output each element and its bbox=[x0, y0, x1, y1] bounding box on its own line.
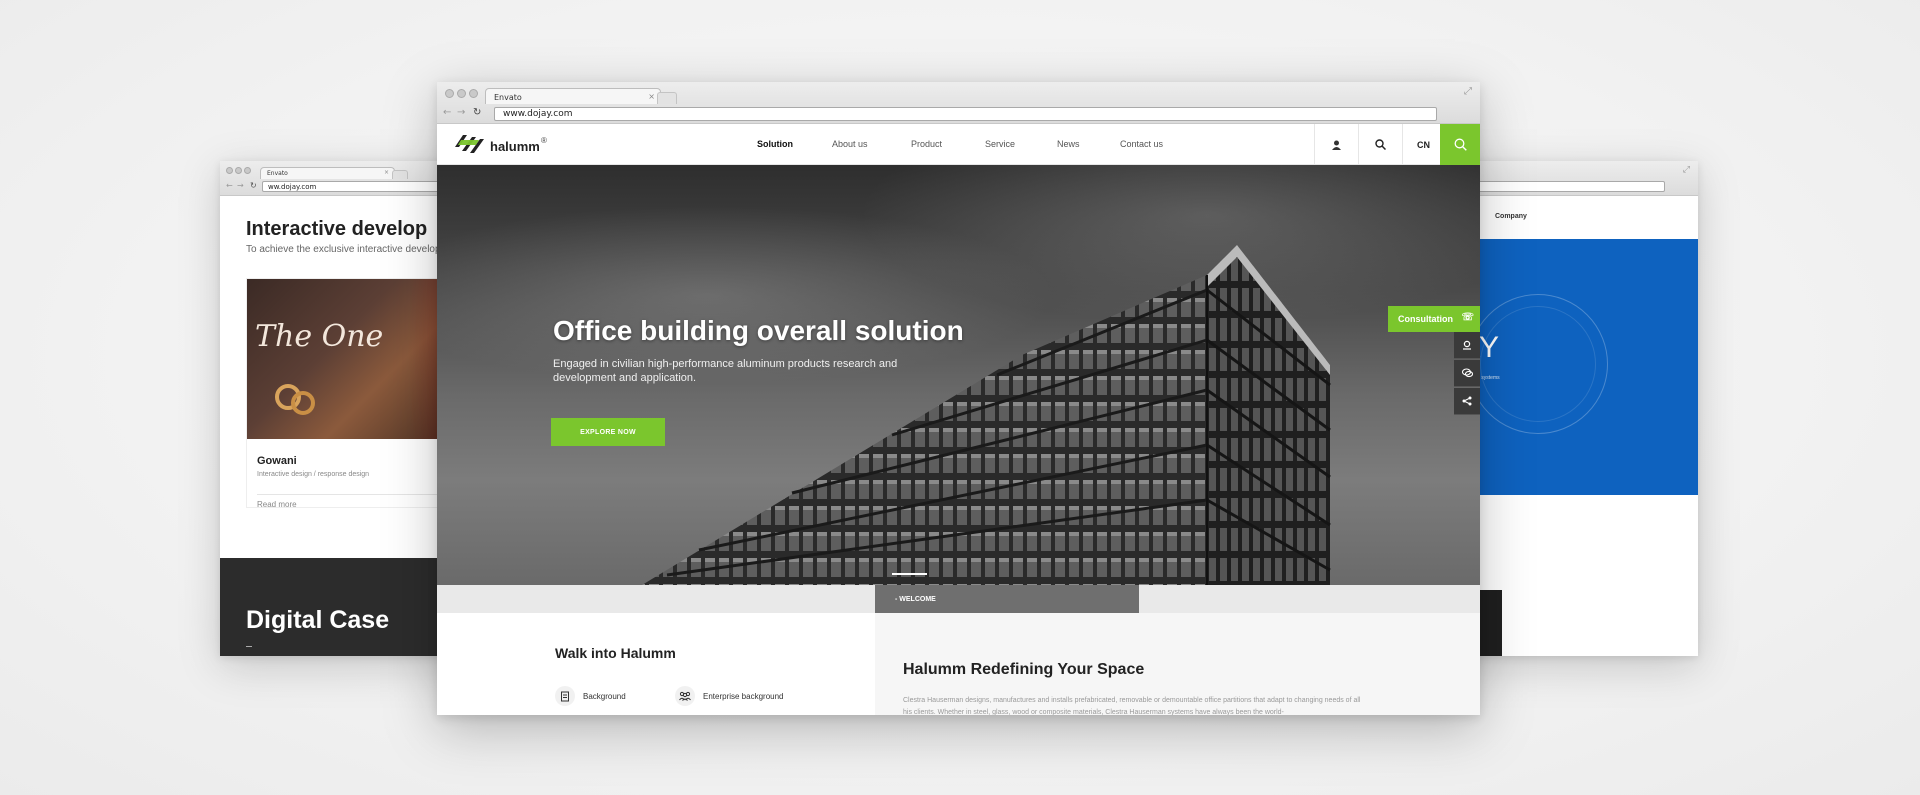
registered-mark: ® bbox=[541, 136, 547, 145]
green-search-button[interactable] bbox=[1440, 124, 1480, 165]
hero-title: Office building overall solution bbox=[553, 315, 964, 346]
walk-into-section: Walk into Halumm Background Enterprise b… bbox=[437, 613, 875, 715]
close-tab-icon[interactable]: × bbox=[648, 92, 655, 101]
back-icon[interactable]: ← bbox=[226, 181, 233, 190]
case-image-text: The One bbox=[255, 319, 384, 354]
welcome-tab[interactable]: - WELCOME bbox=[875, 585, 1139, 613]
user-button[interactable] bbox=[1314, 124, 1358, 165]
group-icon bbox=[675, 686, 695, 706]
redefining-section: Halumm Redefining Your Space Clestra Hau… bbox=[875, 613, 1480, 715]
chat-float-button[interactable] bbox=[1454, 360, 1480, 387]
search-button[interactable] bbox=[1358, 124, 1402, 165]
divider bbox=[246, 646, 252, 647]
slide-indicator[interactable] bbox=[892, 573, 927, 575]
nav-item-contact-us[interactable]: Contact us bbox=[1120, 139, 1163, 149]
hero-banner: Office building overall solution Engaged… bbox=[437, 165, 1480, 585]
section-title: Walk into Halumm bbox=[555, 645, 676, 661]
browser-tab[interactable]: Envato × bbox=[485, 88, 661, 104]
section-text: Clestra Hauserman designs, manufactures … bbox=[903, 697, 1361, 715]
profile-icon bbox=[1463, 340, 1471, 350]
nav-item-product[interactable]: Product bbox=[911, 139, 942, 149]
nav-item-about-us[interactable]: About us bbox=[832, 139, 868, 149]
halumm-logo-icon[interactable] bbox=[455, 133, 485, 155]
profile-float-button[interactable] bbox=[1454, 332, 1480, 359]
new-tab-button[interactable] bbox=[657, 92, 677, 104]
page-subtitle: To achieve the exclusive interactive dev… bbox=[246, 244, 449, 255]
hero-subtitle: Engaged in civilian high-performance alu… bbox=[553, 358, 898, 384]
feature-label: Enterprise background bbox=[703, 691, 784, 701]
site-header: halumm ® Solution About us Product Servi… bbox=[437, 124, 1480, 165]
chat-icon bbox=[1461, 368, 1473, 378]
browser-tab[interactable]: Envato × bbox=[260, 167, 395, 179]
minimize-window-icon[interactable] bbox=[457, 89, 466, 98]
user-icon bbox=[1332, 140, 1341, 150]
consultation-button[interactable]: Consultation ☏ bbox=[1388, 306, 1480, 332]
close-window-icon[interactable] bbox=[445, 89, 454, 98]
language-button[interactable]: CN bbox=[1402, 124, 1444, 165]
forward-icon[interactable]: → bbox=[457, 107, 465, 118]
nav-item-solution[interactable]: Solution bbox=[757, 139, 793, 149]
read-more-link[interactable]: Read more bbox=[257, 500, 297, 509]
feature-label: Background bbox=[583, 691, 626, 701]
ring-graphic bbox=[291, 391, 315, 415]
feature-background[interactable]: Background bbox=[555, 686, 626, 706]
nav-item-news[interactable]: News bbox=[1057, 139, 1080, 149]
minimize-window-icon[interactable] bbox=[235, 167, 242, 174]
fullscreen-icon[interactable]: ⤢ bbox=[1683, 165, 1690, 175]
fullscreen-icon[interactable]: ⤢ bbox=[1464, 86, 1472, 97]
browser-chrome: Envato × ⤢ ← → ↻ www.dojay.com bbox=[437, 82, 1480, 124]
section-title: Digital Case bbox=[246, 606, 390, 634]
nav-item-company[interactable]: Company bbox=[1495, 213, 1527, 220]
close-tab-icon[interactable]: × bbox=[384, 169, 389, 176]
search-icon bbox=[1454, 138, 1467, 151]
consultation-label: Consultation bbox=[1398, 314, 1453, 324]
forward-icon[interactable]: → bbox=[237, 181, 244, 190]
logo-text[interactable]: halumm bbox=[490, 139, 540, 154]
nav-item-service[interactable]: Service bbox=[985, 139, 1015, 149]
new-tab-button[interactable] bbox=[392, 170, 408, 179]
share-float-button[interactable] bbox=[1454, 388, 1480, 415]
main-browser-window: Envato × ⤢ ← → ↻ www.dojay.com halumm ® … bbox=[437, 82, 1480, 715]
reload-icon[interactable]: ↻ bbox=[250, 181, 257, 190]
share-icon bbox=[1462, 396, 1472, 406]
page-title: Interactive develop bbox=[246, 218, 428, 240]
case-tags: Interactive design / response design bbox=[257, 471, 370, 478]
address-bar[interactable]: www.dojay.com bbox=[494, 107, 1437, 121]
tab-title: Envato bbox=[267, 170, 288, 177]
maximize-window-icon[interactable] bbox=[244, 167, 251, 174]
welcome-bar: - WELCOME bbox=[437, 585, 1480, 613]
feature-enterprise-background[interactable]: Enterprise background bbox=[675, 686, 784, 706]
reload-icon[interactable]: ↻ bbox=[473, 107, 481, 118]
search-icon bbox=[1375, 139, 1386, 150]
document-icon bbox=[555, 686, 575, 706]
phone-icon: ☏ bbox=[1461, 312, 1474, 323]
explore-now-button[interactable]: EXPLORE NOW bbox=[551, 418, 665, 446]
section-title: Halumm Redefining Your Space bbox=[903, 661, 1145, 678]
case-name: Gowani bbox=[257, 455, 297, 467]
tab-title: Envato bbox=[494, 93, 522, 102]
back-icon[interactable]: ← bbox=[443, 107, 451, 118]
maximize-window-icon[interactable] bbox=[469, 89, 478, 98]
close-window-icon[interactable] bbox=[226, 167, 233, 174]
